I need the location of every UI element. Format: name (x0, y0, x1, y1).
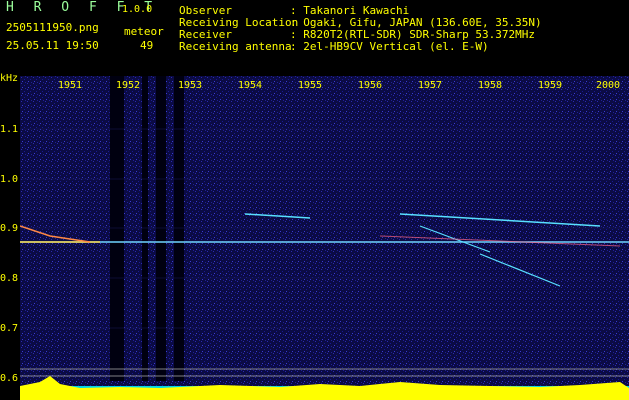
x-tick-label: 1959 (538, 80, 563, 91)
signal-gap (110, 76, 124, 381)
y-tick-label: 1.0 (0, 174, 19, 185)
y-tick-label: 0.7 (0, 323, 19, 334)
x-tick-label: 1952 (116, 80, 141, 91)
y-tick-label: 1.1 (0, 124, 19, 135)
app-version: 1.0.0 (122, 4, 153, 15)
signal-gap (156, 76, 166, 381)
x-tick-label: 1957 (418, 80, 443, 91)
y-axis-unit: kHz (0, 73, 19, 84)
x-tick-label: 1951 (58, 80, 83, 91)
signal-gap (142, 76, 148, 381)
x-tick-label: 1953 (178, 80, 203, 91)
y-tick-label: 0.9 (0, 223, 19, 234)
x-tick-label: 1955 (298, 80, 323, 91)
x-tick-label: 2000 (596, 80, 621, 91)
spectrogram (20, 76, 629, 400)
y-tick-label: 0.8 (0, 273, 19, 284)
header-panel: H R O F F T 1.0.0 2505111950.png 25.05.1… (0, 0, 629, 75)
datetime-label: 25.05.11 19:50 (6, 39, 99, 52)
antenna-value: : 2el-HB9CV Vertical (el. E-W) (290, 40, 489, 53)
file-name: 2505111950.png (6, 21, 99, 34)
x-tick-label: 1958 (478, 80, 503, 91)
x-tick-label: 1954 (238, 80, 263, 91)
meteor-label: meteor (124, 25, 164, 38)
x-tick-label: 1956 (358, 80, 383, 91)
y-tick-label: 0.6 (0, 373, 19, 384)
antenna-key: Receiving antenna (179, 40, 292, 53)
signal-gap (174, 76, 184, 381)
meteor-count: 49 (140, 39, 154, 52)
